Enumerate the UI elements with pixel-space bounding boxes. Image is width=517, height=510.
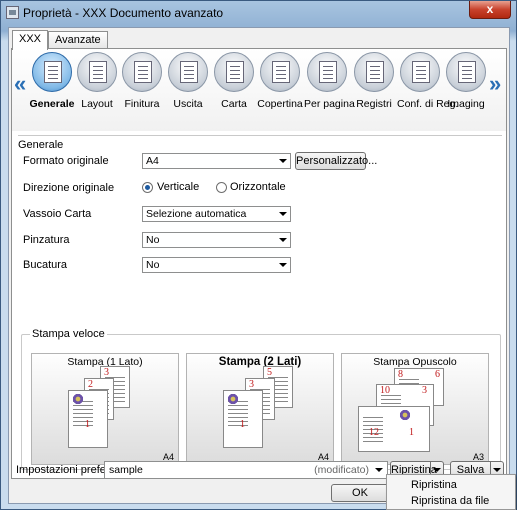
chevron-down-icon	[279, 238, 287, 242]
toolbar-item-output[interactable]: Uscita	[165, 52, 211, 110]
toolbar-item-label: Registri	[356, 98, 392, 110]
paper-icon	[214, 52, 254, 92]
toolbar-item-label: Per pagina	[304, 98, 355, 110]
favorite-settings-select[interactable]: sample (modificato)	[104, 461, 388, 479]
scroll-right-icon[interactable]: »	[489, 71, 501, 97]
quick-print-title: Stampa veloce	[30, 328, 107, 340]
stapling-select[interactable]: No	[142, 232, 291, 248]
flower-icon	[72, 393, 84, 405]
toolbar-item-per-page[interactable]: Per pagina	[304, 52, 355, 110]
favorite-settings-value: sample	[109, 464, 143, 476]
toolbar-item-label: Layout	[81, 98, 113, 110]
toolbar-item-layout[interactable]: Layout	[74, 52, 120, 110]
landscape-radio[interactable]	[216, 182, 227, 193]
chevron-down-icon	[279, 159, 287, 163]
group-title: Generale	[18, 139, 64, 151]
stapling-label: Pinzatura	[23, 234, 70, 246]
quick-print-booklet-card[interactable]: Stampa Opuscolo 8 6 10 3 12 1 A3	[341, 353, 489, 465]
scroll-left-icon[interactable]: «	[14, 71, 26, 97]
restore-menu: Ripristina Ripristina da file	[386, 474, 516, 510]
paper-tray-select[interactable]: Selezione automatica	[142, 206, 291, 222]
quick-print-simplex-card[interactable]: Stampa (1 Lato) 3 2 1 A4	[31, 353, 179, 465]
page-thumbnail: 1	[68, 390, 108, 448]
page-number: 1	[240, 419, 245, 430]
page-thumbnail: 1	[223, 390, 263, 448]
original-size-select[interactable]: A4	[142, 153, 291, 169]
original-size-label: Formato originale	[23, 155, 109, 167]
toolbar-item-label: Copertina	[257, 98, 303, 110]
tab-advanced[interactable]: Avanzate	[48, 31, 108, 49]
punching-select[interactable]: No	[142, 257, 291, 273]
page-thumbnail: 12 1	[358, 406, 430, 452]
chevron-down-icon	[279, 263, 287, 267]
printer-app-icon	[6, 6, 19, 19]
toolbar-item-paper[interactable]: Carta	[211, 52, 257, 110]
page-number: 2	[88, 379, 93, 390]
modified-indicator: (modificato)	[314, 464, 369, 476]
toolbar-item-finishing[interactable]: Finitura	[119, 52, 165, 110]
reg-settings-icon	[400, 52, 440, 92]
page-number: 3	[104, 367, 109, 378]
close-button[interactable]: x	[469, 1, 511, 19]
paper-tray-value: Selezione automatica	[146, 208, 247, 220]
flower-icon	[227, 393, 239, 405]
output-icon	[168, 52, 208, 92]
flower-icon	[399, 409, 411, 421]
card-title: Stampa (2 Lati)	[218, 356, 302, 368]
divider	[18, 135, 502, 136]
chevron-down-icon	[279, 212, 287, 216]
page-number: 10	[380, 385, 390, 396]
page-number: 5	[267, 367, 272, 378]
toolbar-item-label: Uscita	[173, 98, 203, 110]
quick-print-duplex-card[interactable]: Stampa (2 Lati) 5 3 1 A4	[186, 353, 334, 465]
tabs-icon	[354, 52, 394, 92]
dialog-client: XXX Avanzate « Generale Layout Finitura	[8, 27, 510, 504]
orientation-label: Direzione originale	[23, 182, 115, 194]
card-title: Stampa Opuscolo	[373, 356, 457, 368]
quick-print-group: Stampa veloce Stampa (1 Lato) 3 2 1 A4 S…	[21, 328, 501, 470]
page-number: 3	[249, 379, 254, 390]
toolbar-item-general[interactable]: Generale	[29, 52, 75, 110]
toolbar-item-label: Finitura	[124, 98, 160, 110]
title-bar: Proprietà - XXX Documento avanzato x	[1, 1, 516, 25]
menu-item-restore-from-file[interactable]: Ripristina da file	[411, 495, 489, 507]
function-icon-bar: « Generale Layout Finitura Uscita Carta …	[12, 49, 506, 131]
page-number: 3	[422, 385, 427, 396]
page-number: 12	[369, 427, 379, 438]
punching-label: Bucatura	[23, 259, 68, 271]
toolbar-item-reg-settings[interactable]: Conf. di Reg.	[397, 52, 459, 110]
toolbar-item-label: Imaging	[447, 98, 485, 110]
portrait-radio[interactable]	[142, 182, 153, 193]
punching-value: No	[146, 259, 160, 271]
page-number: 1	[409, 427, 414, 438]
custom-size-button[interactable]: Personalizzato...	[295, 152, 377, 170]
finishing-icon	[122, 52, 162, 92]
original-size-value: A4	[146, 155, 159, 167]
general-icon	[32, 52, 72, 92]
portrait-label: Verticale	[157, 181, 200, 193]
page-number: 6	[435, 369, 440, 380]
ok-button[interactable]: OK	[331, 484, 389, 502]
toolbar-item-cover[interactable]: Copertina	[257, 52, 303, 110]
toolbar-item-imaging[interactable]: Imaging	[443, 52, 489, 110]
toolbar-item-label: Conf. di Reg.	[397, 98, 459, 110]
imaging-icon	[446, 52, 486, 92]
page-number: 1	[85, 419, 90, 430]
cover-icon	[260, 52, 300, 92]
menu-item-restore[interactable]: Ripristina	[411, 479, 457, 491]
dialog-window: Proprietà - XXX Documento avanzato x XXX…	[0, 0, 517, 510]
paper-tray-label: Vassoio Carta	[23, 208, 92, 220]
landscape-label: Orizzontale	[230, 181, 286, 193]
window-title: Proprietà - XXX Documento avanzato	[23, 6, 224, 20]
toolbar-item-label: Carta	[221, 98, 247, 110]
tab-panel: « Generale Layout Finitura Uscita Carta …	[11, 48, 507, 479]
chevron-down-icon	[375, 468, 383, 472]
tab-xxx[interactable]: XXX	[12, 30, 49, 50]
toolbar-item-label: Generale	[29, 98, 75, 110]
per-page-icon	[307, 52, 347, 92]
layout-icon	[77, 52, 117, 92]
page-number: 8	[398, 369, 403, 380]
toolbar-item-tabs[interactable]: Registri	[351, 52, 397, 110]
stapling-value: No	[146, 234, 160, 246]
